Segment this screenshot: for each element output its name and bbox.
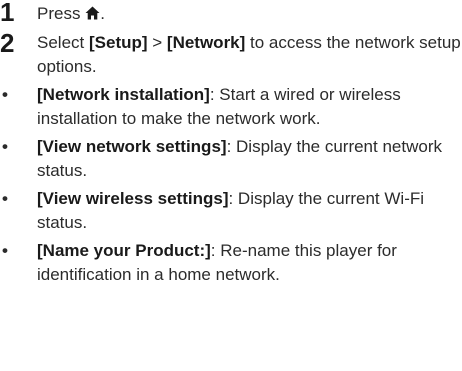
option-term: [Name your Product:] — [37, 241, 211, 260]
step-text: Press — [37, 4, 86, 23]
step-text: Select — [37, 33, 89, 52]
menu-network-label: [Network] — [166, 33, 246, 52]
step-2: 2 Select [Setup] > [Network] to access t… — [0, 28, 462, 79]
bullet-item-network-installation: • [Network installation]: Start a wired … — [0, 83, 462, 131]
option-term: [View wireless settings] — [37, 189, 229, 208]
bullet-icon: • — [2, 85, 8, 104]
option-term: [View network settings] — [37, 137, 227, 156]
separator: > — [147, 33, 167, 52]
option-term: [Network installation] — [37, 85, 210, 104]
bullet-icon: • — [2, 241, 8, 260]
step-text-end: . — [100, 4, 105, 23]
step-number: 1 — [0, 0, 15, 27]
step-1: 1 Press . — [0, 0, 462, 30]
instruction-document: 1 Press . 2 Select [Setup] > [Network] t… — [0, 0, 462, 371]
bullet-item-view-network-settings: • [View network settings]: Display the c… — [0, 135, 462, 183]
bullet-item-view-wireless-settings: • [View wireless settings]: Display the … — [0, 187, 462, 235]
home-icon — [85, 6, 100, 20]
bullet-icon: • — [2, 189, 8, 208]
step-number: 2 — [0, 28, 15, 58]
menu-setup-label: [Setup] — [88, 33, 148, 52]
bullet-item-name-your-product: • [Name your Product:]: Re-name this pla… — [0, 239, 462, 287]
bullet-icon: • — [2, 137, 8, 156]
